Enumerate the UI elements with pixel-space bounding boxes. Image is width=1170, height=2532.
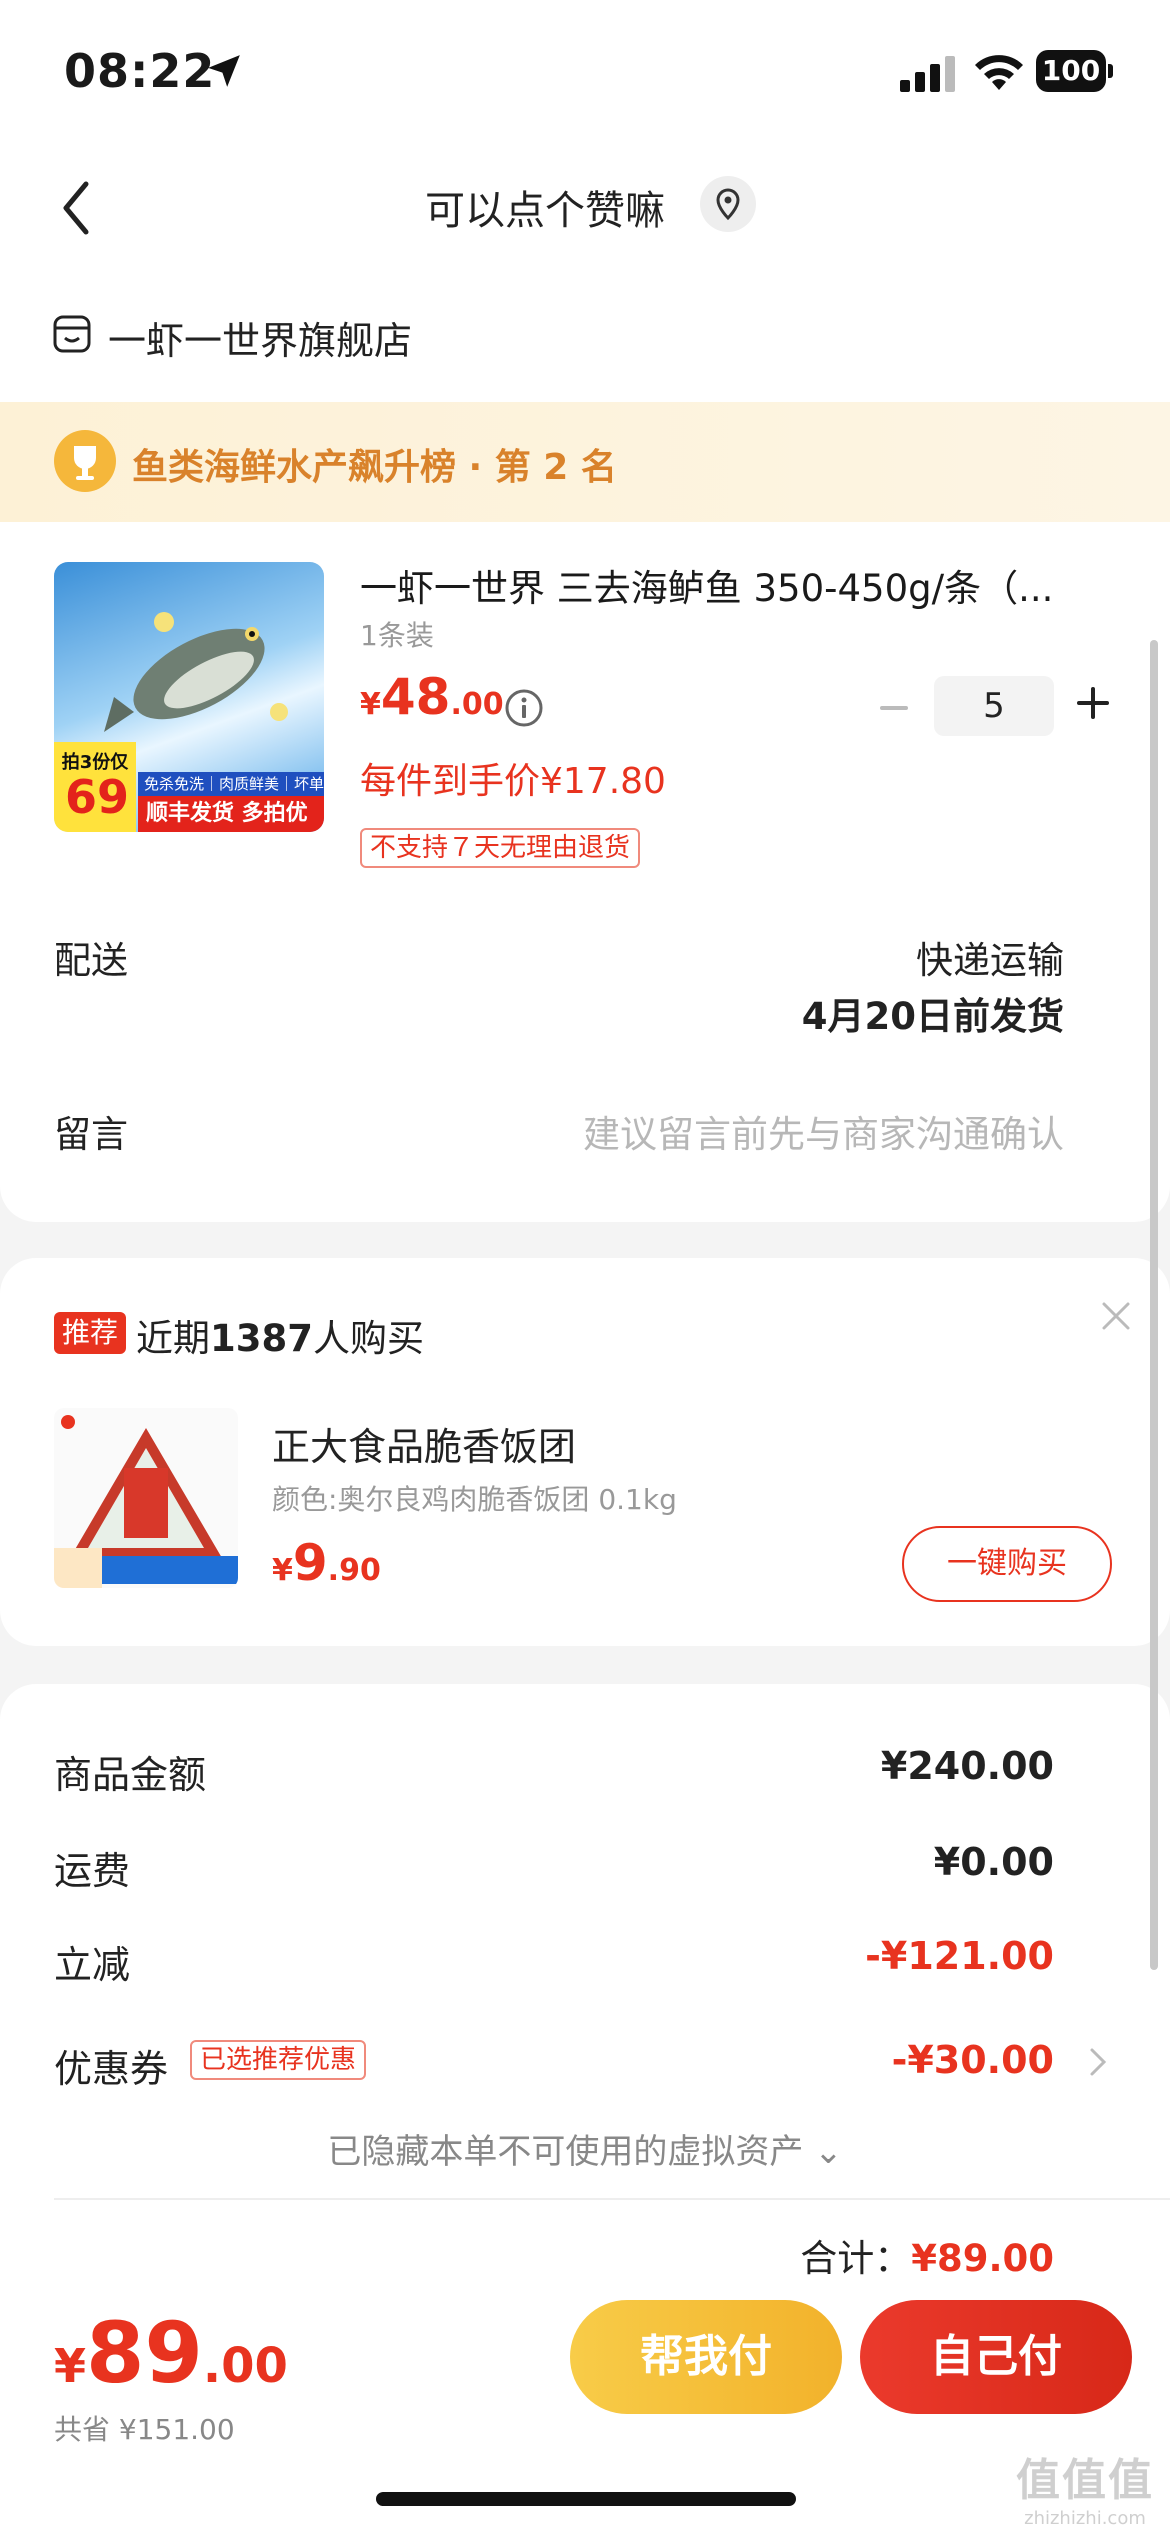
recommended-item-price: ¥9.90 — [272, 1534, 381, 1592]
close-icon[interactable] — [1098, 1298, 1134, 1334]
pay-myself-button[interactable]: 自己付 — [860, 2300, 1132, 2414]
increase-quantity-button[interactable] — [1072, 682, 1114, 724]
price-integer: 89 — [86, 2304, 203, 2402]
fish-illustration — [104, 612, 288, 732]
cellular-signal-icon — [900, 56, 955, 92]
help-me-pay-button[interactable]: 帮我付 — [570, 2300, 842, 2414]
recommended-item-image[interactable] — [54, 1408, 238, 1588]
price-symbol: ¥ — [272, 1553, 293, 1588]
order-card: 一虾一世界旗舰店 鱼类海鲜水产飙升榜 · 第 2 名 拍3份仅 69 免杀免洗｜… — [0, 270, 1170, 1222]
price-decimal: .00 — [202, 2338, 288, 2394]
scrollbar[interactable] — [1150, 640, 1158, 1970]
decrease-quantity-button[interactable] — [874, 688, 914, 728]
checkout-bar: ¥89.00 共省 ¥151.00 帮我付 自己付 值值值 zhizhizhi.… — [0, 2284, 1170, 2532]
product-spec: 1条装 — [360, 619, 434, 652]
location-pin-icon[interactable] — [700, 176, 756, 232]
shop-name[interactable]: 一虾一世界旗舰店 — [108, 310, 412, 365]
no-return-tag: 不支持７天无理由退货 — [360, 828, 641, 868]
wifi-icon — [975, 55, 1023, 90]
info-icon[interactable] — [504, 688, 544, 728]
total-line: 合计：¥89.00 — [800, 2228, 1054, 2282]
product-image[interactable]: 拍3份仅 69 免杀免洗｜肉质鲜美｜坏单包赔 顺丰发货 多拍优惠 — [54, 562, 324, 832]
discount-value: -¥121.00 — [865, 1934, 1054, 1978]
shop-icon — [53, 315, 91, 353]
price-symbol: ¥ — [54, 2339, 87, 2393]
coupon-label[interactable]: 优惠券 — [54, 2038, 168, 2093]
note-label: 留言 — [54, 1113, 128, 1156]
note-input[interactable]: 建议留言前先与商家沟通确认 — [583, 1104, 1064, 1158]
trophy-icon — [54, 430, 116, 492]
hidden-assets-toggle[interactable]: 已隐藏本单不可使用的虚拟资产 ⌄ — [0, 2124, 1170, 2173]
total-saved: 共省 ¥151.00 — [54, 2413, 235, 2446]
price-integer: 48 — [380, 668, 451, 726]
buyer-count: 1387 — [210, 1317, 313, 1360]
recommended-item-spec: 颜色:奥尔良鸡肉脆香饭团 0.1kg — [272, 1483, 677, 1516]
subtotal-label: 商品金额 — [54, 1753, 207, 1797]
title-suffix: 人购买 — [312, 1317, 424, 1360]
watermark: 值值值 zhizhizhi.com — [1010, 2444, 1160, 2529]
shipping-label: 运费 — [54, 1849, 131, 1893]
price-summary-card: 商品金额 ¥240.00 运费 ¥0.00 立减 -¥121.00 优惠券 已选… — [0, 1684, 1170, 2284]
unit-price: 每件到手价¥17.80 — [360, 761, 666, 802]
recommended-item-name[interactable]: 正大食品脆香饭团 — [272, 1416, 576, 1471]
product-title[interactable]: 一虾一世界 三去海鲈鱼 350-450g/条（... — [360, 558, 1100, 612]
divider — [54, 2198, 1170, 2200]
price-integer: 9 — [292, 1534, 328, 1592]
one-click-buy-button[interactable]: 一键购买 — [902, 1526, 1112, 1602]
battery-cap — [1108, 64, 1113, 78]
discount-label: 立减 — [54, 1943, 131, 1987]
subtotal-value: ¥240.00 — [880, 1744, 1054, 1788]
battery-indicator: 100 — [1036, 50, 1114, 92]
delivery-label: 配送 — [54, 939, 128, 982]
rank-banner[interactable]: 鱼类海鲜水产飙升榜 · 第 2 名 — [0, 402, 1170, 522]
page-title: 可以点个赞嘛 — [425, 188, 665, 234]
price-symbol: ¥ — [360, 687, 381, 722]
total-label: 合计： — [800, 2237, 912, 2280]
recommendation-title: 近期1387人购买 — [136, 1308, 424, 1362]
status-bar: 08:22 100 — [0, 0, 1170, 150]
rank-text: 鱼类海鲜水产飙升榜 · 第 2 名 — [132, 447, 617, 488]
delivery-date: 4月20日前发货 — [801, 995, 1064, 1038]
location-arrow-icon — [208, 55, 240, 87]
watermark-logo: 值值值 — [1016, 2455, 1154, 2506]
promo-tag-price: 69 — [64, 770, 129, 824]
promo-line-2: 顺丰发货 多拍优惠 — [138, 796, 324, 832]
delivery-method[interactable]: 快递运输 — [916, 930, 1064, 984]
total-value: ¥89.00 — [911, 2237, 1054, 2280]
promo-tag: 拍3份仅 69 — [54, 742, 136, 832]
shipping-value: ¥0.00 — [933, 1840, 1054, 1884]
title-prefix: 近期 — [136, 1317, 210, 1360]
status-time: 08:22 — [64, 44, 216, 98]
battery-level: 100 — [1036, 50, 1106, 92]
recommend-badge: 推荐 — [54, 1312, 127, 1354]
chevron-right-icon[interactable] — [1086, 2044, 1110, 2080]
promo-line-1: 免杀免洗｜肉质鲜美｜坏单包赔 — [138, 772, 324, 817]
price-decimal: .00 — [450, 687, 504, 722]
nav-header: 可以点个赞嘛 — [0, 150, 1170, 270]
watermark-url: zhizhizhi.com — [1024, 2508, 1146, 2529]
home-indicator[interactable] — [376, 2492, 796, 2506]
price-decimal: .90 — [327, 1553, 381, 1588]
coupon-value[interactable]: -¥30.00 — [892, 2038, 1054, 2082]
product-price: ¥48.00 — [360, 668, 504, 726]
quantity-stepper[interactable]: 5 — [934, 676, 1054, 736]
coupon-badge: 已选推荐优惠 — [190, 2040, 367, 2080]
recommendation-card: 推荐 近期1387人购买 正大食品脆香饭团 颜色:奥尔良鸡肉脆香饭团 0.1kg… — [0, 1258, 1170, 1646]
checkout-total: ¥89.00 — [54, 2304, 288, 2402]
